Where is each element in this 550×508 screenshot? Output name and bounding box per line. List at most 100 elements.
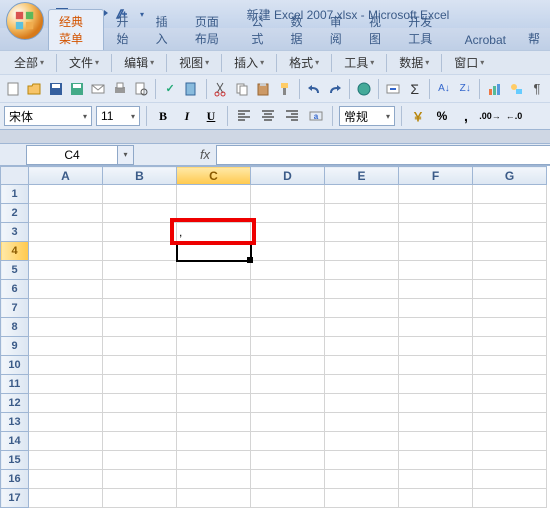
row-header-5[interactable]: 5 bbox=[1, 261, 29, 280]
cell-G8[interactable] bbox=[473, 318, 547, 337]
tab-help[interactable]: 帮 bbox=[518, 27, 550, 50]
font-name-combo[interactable]: 宋体▾ bbox=[4, 106, 92, 126]
row-header-16[interactable]: 16 bbox=[1, 470, 29, 489]
cell-E16[interactable] bbox=[325, 470, 399, 489]
show-all-icon[interactable]: ¶ bbox=[528, 79, 546, 99]
cell-F10[interactable] bbox=[399, 356, 473, 375]
cell-G3[interactable] bbox=[473, 223, 547, 242]
row-header-6[interactable]: 6 bbox=[1, 280, 29, 299]
autosum-icon[interactable]: Σ bbox=[406, 79, 424, 99]
number-format-combo[interactable]: 常规▾ bbox=[339, 106, 395, 126]
cell-F6[interactable] bbox=[399, 280, 473, 299]
cell-A14[interactable] bbox=[29, 432, 103, 451]
cell-F12[interactable] bbox=[399, 394, 473, 413]
decrease-decimal-icon[interactable]: ←.0 bbox=[504, 106, 524, 126]
cell-A16[interactable] bbox=[29, 470, 103, 489]
cell-A13[interactable] bbox=[29, 413, 103, 432]
cell-A12[interactable] bbox=[29, 394, 103, 413]
cell-G7[interactable] bbox=[473, 299, 547, 318]
col-header-E[interactable]: E bbox=[325, 167, 399, 185]
cell-B10[interactable] bbox=[103, 356, 177, 375]
cell-B4[interactable] bbox=[103, 242, 177, 261]
row-header-11[interactable]: 11 bbox=[1, 375, 29, 394]
sort-asc-icon[interactable]: A↓ bbox=[435, 79, 453, 99]
cell-G16[interactable] bbox=[473, 470, 547, 489]
row-header-13[interactable]: 13 bbox=[1, 413, 29, 432]
drawing-icon[interactable] bbox=[507, 79, 525, 99]
tab-home[interactable]: 开始 bbox=[106, 10, 143, 50]
cell-G10[interactable] bbox=[473, 356, 547, 375]
cell-B6[interactable] bbox=[103, 280, 177, 299]
cut-icon[interactable] bbox=[211, 79, 229, 99]
cell-C10[interactable] bbox=[177, 356, 251, 375]
new-icon[interactable] bbox=[4, 79, 22, 99]
cell-D11[interactable] bbox=[251, 375, 325, 394]
cell-B17[interactable] bbox=[103, 489, 177, 508]
cell-D17[interactable] bbox=[251, 489, 325, 508]
cell-A5[interactable] bbox=[29, 261, 103, 280]
menu-format[interactable]: 格式▾ bbox=[281, 52, 327, 73]
cell-D15[interactable] bbox=[251, 451, 325, 470]
col-header-F[interactable]: F bbox=[399, 167, 473, 185]
cell-G9[interactable] bbox=[473, 337, 547, 356]
cell-C5[interactable] bbox=[177, 261, 251, 280]
cell-D9[interactable] bbox=[251, 337, 325, 356]
cell-B14[interactable] bbox=[103, 432, 177, 451]
paste-icon[interactable] bbox=[254, 79, 272, 99]
cell-G12[interactable] bbox=[473, 394, 547, 413]
cell-E1[interactable] bbox=[325, 185, 399, 204]
cell-D10[interactable] bbox=[251, 356, 325, 375]
cell-C4[interactable] bbox=[177, 242, 251, 261]
cell-D5[interactable] bbox=[251, 261, 325, 280]
name-box[interactable]: C4 bbox=[26, 145, 118, 165]
cell-F3[interactable] bbox=[399, 223, 473, 242]
menu-edit[interactable]: 编辑▾ bbox=[116, 52, 162, 73]
tab-page-layout[interactable]: 页面布局 bbox=[185, 10, 239, 50]
col-header-D[interactable]: D bbox=[251, 167, 325, 185]
align-center-icon[interactable] bbox=[258, 106, 278, 126]
cell-D13[interactable] bbox=[251, 413, 325, 432]
cell-C16[interactable] bbox=[177, 470, 251, 489]
redo-icon[interactable] bbox=[326, 79, 344, 99]
tab-insert[interactable]: 插入 bbox=[146, 10, 183, 50]
menu-view[interactable]: 视图▾ bbox=[171, 52, 217, 73]
cell-D3[interactable] bbox=[251, 223, 325, 242]
row-header-8[interactable]: 8 bbox=[1, 318, 29, 337]
mail-icon[interactable] bbox=[89, 79, 107, 99]
cell-B11[interactable] bbox=[103, 375, 177, 394]
cell-F9[interactable] bbox=[399, 337, 473, 356]
cell-A6[interactable] bbox=[29, 280, 103, 299]
cell-E17[interactable] bbox=[325, 489, 399, 508]
cell-E7[interactable] bbox=[325, 299, 399, 318]
cell-E3[interactable] bbox=[325, 223, 399, 242]
cell-G6[interactable] bbox=[473, 280, 547, 299]
cell-E14[interactable] bbox=[325, 432, 399, 451]
row-header-10[interactable]: 10 bbox=[1, 356, 29, 375]
tab-acrobat[interactable]: Acrobat bbox=[455, 30, 516, 50]
cell-G13[interactable] bbox=[473, 413, 547, 432]
cell-F2[interactable] bbox=[399, 204, 473, 223]
merge-icon[interactable] bbox=[384, 79, 402, 99]
cell-B5[interactable] bbox=[103, 261, 177, 280]
cell-B8[interactable] bbox=[103, 318, 177, 337]
cell-G5[interactable] bbox=[473, 261, 547, 280]
cell-E6[interactable] bbox=[325, 280, 399, 299]
cell-E2[interactable] bbox=[325, 204, 399, 223]
row-header-2[interactable]: 2 bbox=[1, 204, 29, 223]
cell-G14[interactable] bbox=[473, 432, 547, 451]
copy-icon[interactable] bbox=[233, 79, 251, 99]
menu-insert[interactable]: 插入▾ bbox=[226, 52, 272, 73]
hyperlink-icon[interactable] bbox=[355, 79, 373, 99]
font-size-combo[interactable]: 11▾ bbox=[96, 106, 140, 126]
cell-C17[interactable] bbox=[177, 489, 251, 508]
cell-G11[interactable] bbox=[473, 375, 547, 394]
cell-F14[interactable] bbox=[399, 432, 473, 451]
italic-button[interactable]: I bbox=[177, 106, 197, 126]
cell-A11[interactable] bbox=[29, 375, 103, 394]
office-button[interactable] bbox=[6, 2, 44, 40]
cell-A3[interactable] bbox=[29, 223, 103, 242]
cell-E15[interactable] bbox=[325, 451, 399, 470]
cell-A15[interactable] bbox=[29, 451, 103, 470]
cell-F7[interactable] bbox=[399, 299, 473, 318]
cell-D14[interactable] bbox=[251, 432, 325, 451]
